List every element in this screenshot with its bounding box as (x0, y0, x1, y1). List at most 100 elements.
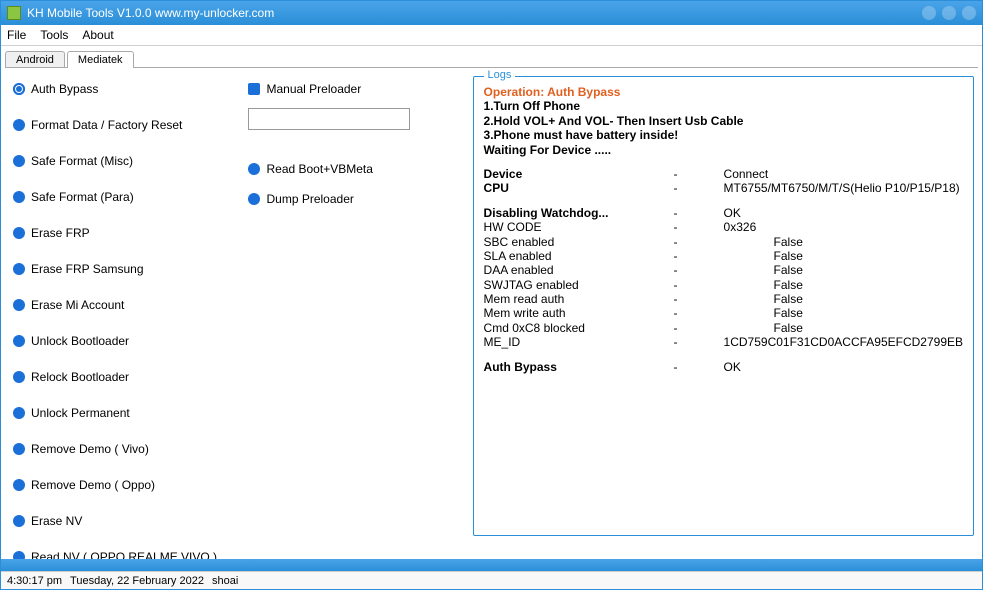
log-meid-label: ME_ID (484, 335, 674, 349)
log-sbc-label: SBC enabled (484, 235, 674, 249)
radio-erase-frp-samsung[interactable]: Erase FRP Samsung (13, 262, 244, 276)
check-label: Manual Preloader (266, 82, 361, 96)
tab-row: Android Mediatek (1, 46, 982, 68)
radio-label: Unlock Bootloader (31, 334, 129, 348)
menu-tools[interactable]: Tools (40, 28, 68, 42)
radio-safe-format-misc[interactable]: Safe Format (Misc) (13, 154, 244, 168)
tab-mediatek[interactable]: Mediatek (67, 51, 134, 68)
log-memwrite-label: Mem write auth (484, 306, 674, 320)
options-column-1: Auth Bypass Format Data / Factory Reset … (9, 76, 244, 559)
radio-label: Safe Format (Misc) (31, 154, 133, 168)
radio-icon (13, 119, 25, 131)
log-sbc-value: False (724, 235, 803, 249)
log-watchdog-label: Disabling Watchdog... (484, 206, 674, 220)
radio-read-nv[interactable]: Read NV ( OPPO REALME VIVO ) (13, 550, 244, 559)
radio-label: Erase Mi Account (31, 298, 124, 312)
log-step2: 2.Hold VOL+ And VOL- Then Insert Usb Cab… (484, 114, 963, 128)
radio-icon (13, 479, 25, 491)
logs-panel: Logs Operation: Auth Bypass 1.Turn Off P… (473, 76, 974, 555)
radio-label: Safe Format (Para) (31, 190, 134, 204)
options-panel: Auth Bypass Format Data / Factory Reset … (9, 76, 459, 555)
log-daa-value: False (724, 263, 803, 277)
status-user: shoai (212, 575, 238, 587)
radio-icon (13, 227, 25, 239)
menu-about[interactable]: About (82, 28, 113, 42)
radio-unlock-bootloader[interactable]: Unlock Bootloader (13, 334, 244, 348)
maximize-button[interactable] (942, 6, 956, 20)
radio-remove-demo-oppo[interactable]: Remove Demo ( Oppo) (13, 478, 244, 492)
radio-label: Erase NV (31, 514, 82, 528)
log-swjtag-value: False (724, 278, 803, 292)
window-title: KH Mobile Tools V1.0.0 www.my-unlocker.c… (27, 6, 274, 20)
menu-file[interactable]: File (7, 28, 26, 42)
checkbox-icon (248, 83, 260, 95)
radio-label: Dump Preloader (266, 192, 353, 206)
radio-dump-preloader[interactable]: Dump Preloader (248, 192, 458, 206)
radio-label: Read Boot+VBMeta (266, 162, 372, 176)
log-cmd-label: Cmd 0xC8 blocked (484, 321, 674, 335)
status-separator (1, 559, 982, 571)
log-memread-value: False (724, 292, 803, 306)
minimize-button[interactable] (922, 6, 936, 20)
log-sla-value: False (724, 249, 803, 263)
radio-icon (13, 155, 25, 167)
radio-format-data[interactable]: Format Data / Factory Reset (13, 118, 244, 132)
status-date: Tuesday, 22 February 2022 (70, 575, 204, 587)
log-step3: 3.Phone must have battery inside! (484, 128, 963, 142)
options-column-2: Manual Preloader Read Boot+VBMeta Dump P… (244, 76, 458, 559)
radio-auth-bypass[interactable]: Auth Bypass (13, 82, 244, 96)
log-authbypass-value: OK (724, 360, 741, 374)
status-time: 4:30:17 pm (7, 575, 62, 587)
radio-icon (248, 193, 260, 205)
radio-read-boot-vbmeta[interactable]: Read Boot+VBMeta (248, 162, 458, 176)
log-authbypass-label: Auth Bypass (484, 360, 674, 374)
radio-relock-bootloader[interactable]: Relock Bootloader (13, 370, 244, 384)
log-memread-label: Mem read auth (484, 292, 674, 306)
menu-bar: File Tools About (1, 25, 982, 46)
log-swjtag-label: SWJTAG enabled (484, 278, 674, 292)
radio-label: Format Data / Factory Reset (31, 118, 182, 132)
radio-remove-demo-vivo[interactable]: Remove Demo ( Vivo) (13, 442, 244, 456)
tab-android[interactable]: Android (5, 51, 65, 68)
log-sla-label: SLA enabled (484, 249, 674, 263)
log-memwrite-value: False (724, 306, 803, 320)
radio-erase-frp[interactable]: Erase FRP (13, 226, 244, 240)
log-hwcode-value: 0x326 (724, 220, 757, 234)
radio-icon (13, 299, 25, 311)
log-step1: 1.Turn Off Phone (484, 99, 963, 113)
status-bar: 4:30:17 pm Tuesday, 22 February 2022 sho… (1, 571, 982, 589)
log-operation: Operation: Auth Bypass (484, 85, 621, 99)
radio-icon (13, 551, 25, 559)
log-device-label: Device (484, 167, 674, 181)
radio-label: Relock Bootloader (31, 370, 129, 384)
title-bar: KH Mobile Tools V1.0.0 www.my-unlocker.c… (1, 1, 982, 25)
radio-icon (13, 515, 25, 527)
log-cmd-value: False (724, 321, 803, 335)
app-icon (7, 6, 21, 20)
radio-icon (13, 407, 25, 419)
radio-label: Remove Demo ( Vivo) (31, 442, 149, 456)
log-cpu-label: CPU (484, 181, 674, 195)
radio-label: Erase FRP Samsung (31, 262, 144, 276)
check-manual-preloader[interactable]: Manual Preloader (248, 82, 458, 96)
radio-erase-nv[interactable]: Erase NV (13, 514, 244, 528)
log-hwcode-label: HW CODE (484, 220, 674, 234)
radio-label: Erase FRP (31, 226, 90, 240)
log-cpu-value: MT6755/MT6750/M/T/S(Helio P10/P15/P18) (724, 181, 960, 195)
radio-erase-mi[interactable]: Erase Mi Account (13, 298, 244, 312)
preloader-path-input[interactable] (248, 108, 410, 130)
log-watchdog-value: OK (724, 206, 741, 220)
radio-icon (13, 371, 25, 383)
radio-icon (13, 335, 25, 347)
main-area: Auth Bypass Format Data / Factory Reset … (1, 68, 982, 559)
radio-icon (13, 263, 25, 275)
logs-legend: Logs (484, 69, 516, 81)
radio-safe-format-para[interactable]: Safe Format (Para) (13, 190, 244, 204)
radio-icon (13, 191, 25, 203)
radio-label: Read NV ( OPPO REALME VIVO ) (31, 550, 217, 559)
radio-label: Auth Bypass (31, 82, 98, 96)
radio-icon (13, 83, 25, 95)
close-button[interactable] (962, 6, 976, 20)
log-meid-value: 1CD759C01F31CD0ACCFA95EFCD2799EB (724, 335, 963, 349)
radio-unlock-permanent[interactable]: Unlock Permanent (13, 406, 244, 420)
